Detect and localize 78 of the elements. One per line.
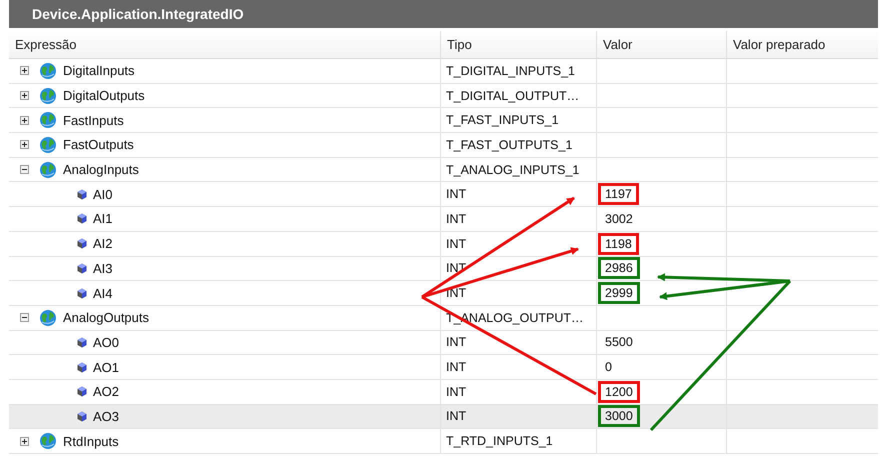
- type-text: T_RTD_INPUTS_1: [446, 434, 553, 448]
- expand-icon[interactable]: [20, 66, 29, 76]
- globe-icon: [39, 308, 57, 327]
- panel-title: Device.Application.IntegratedIO: [9, 0, 878, 28]
- cube-icon: [77, 188, 87, 200]
- cube-icon: [77, 288, 87, 299]
- cube-icon: [77, 213, 87, 224]
- tree-row[interactable]: FastInputs T_FAST_INPUTS_1: [9, 108, 878, 134]
- expand-icon[interactable]: [20, 116, 29, 125]
- type-text: INT: [446, 236, 466, 251]
- value-text: 2999: [598, 282, 640, 304]
- tree-row[interactable]: AO3 INT 3000: [9, 404, 878, 430]
- group-name: AnalogInputs: [63, 162, 139, 178]
- variable-name: AI3: [93, 260, 113, 276]
- globe-icon: [39, 86, 57, 105]
- variable-name: AO3: [93, 408, 120, 424]
- tree-row[interactable]: AI1 INT 3002: [9, 207, 878, 232]
- group-name: FastInputs: [63, 112, 124, 128]
- group-name: AnalogOutputs: [63, 310, 150, 326]
- variable-name: AO0: [93, 334, 120, 350]
- cube-icon: [77, 410, 87, 422]
- variable-name: AO2: [93, 384, 120, 400]
- group-name: DigitalInputs: [63, 63, 135, 78]
- tree-row[interactable]: AO0 INT 5500: [9, 330, 878, 356]
- type-text: T_DIGITAL_INPUTS_1: [446, 64, 575, 78]
- value-text: 1197: [598, 183, 639, 206]
- value-text: 3002: [604, 210, 634, 228]
- type-text: T_ANALOG_INPUTS_1: [446, 162, 580, 177]
- cube-icon: [77, 238, 87, 250]
- column-title[interactable]: Valor: [603, 37, 632, 52]
- collapse-icon[interactable]: [20, 313, 29, 322]
- expand-icon[interactable]: [20, 91, 29, 100]
- cube-icon: [77, 362, 87, 373]
- globe-icon: [39, 136, 57, 154]
- variable-name: AO1: [93, 360, 120, 375]
- group-name: FastOutputs: [63, 137, 134, 152]
- value-text: 1200: [598, 380, 640, 403]
- cube-icon: [77, 262, 87, 274]
- tree-row[interactable]: AI0 INT 1197: [9, 182, 878, 208]
- globe-icon: [39, 160, 57, 179]
- value-text: 2986: [598, 257, 640, 280]
- value-text: 3000: [598, 405, 640, 428]
- tree-row[interactable]: RtdInputs T_RTD_INPUTS_1: [9, 429, 878, 454]
- value-text: 5500: [604, 334, 634, 352]
- globe-icon: [39, 432, 57, 450]
- cube-icon: [77, 336, 87, 348]
- column-title[interactable]: Valor preparado: [733, 37, 826, 52]
- column-title[interactable]: Tipo: [447, 37, 472, 52]
- type-text: INT: [446, 384, 466, 399]
- tree-row[interactable]: DigitalOutputs T_DIGITAL_OUTPUT…: [9, 84, 878, 108]
- globe-icon: [39, 111, 57, 130]
- variable-name: AI1: [93, 211, 113, 226]
- type-text: INT: [446, 335, 466, 350]
- cube-icon: [77, 386, 87, 398]
- expand-icon[interactable]: [20, 436, 29, 446]
- column-title[interactable]: Expressão: [15, 37, 76, 52]
- type-text: T_FAST_INPUTS_1: [446, 113, 559, 128]
- collapse-icon[interactable]: [20, 165, 29, 174]
- globe-icon: [39, 62, 57, 80]
- expand-icon[interactable]: [20, 140, 29, 150]
- tree-row[interactable]: AI2 INT 1198: [9, 232, 878, 256]
- variable-name: AI4: [93, 286, 113, 301]
- type-text: T_FAST_OUTPUTS_1: [446, 138, 572, 152]
- value-text: 1198: [598, 232, 639, 255]
- value-text: 0: [604, 359, 613, 376]
- tree-row[interactable]: DigitalInputs T_DIGITAL_INPUTS_1: [9, 59, 878, 84]
- variable-name: AI0: [93, 186, 113, 202]
- type-text: INT: [446, 360, 466, 374]
- type-text: INT: [446, 212, 466, 226]
- type-text: INT: [446, 187, 466, 202]
- tree-row[interactable]: AO1 INT 0: [9, 355, 878, 380]
- tree-row[interactable]: AnalogInputs T_ANALOG_INPUTS_1: [9, 158, 878, 182]
- group-name: RtdInputs: [63, 434, 119, 449]
- tree-row[interactable]: FastOutputs T_FAST_OUTPUTS_1: [9, 133, 878, 158]
- type-text: T_DIGITAL_OUTPUT…: [446, 88, 580, 103]
- group-name: DigitalOutputs: [63, 88, 145, 104]
- type-text: INT: [446, 409, 466, 424]
- variable-name: AI2: [93, 236, 113, 252]
